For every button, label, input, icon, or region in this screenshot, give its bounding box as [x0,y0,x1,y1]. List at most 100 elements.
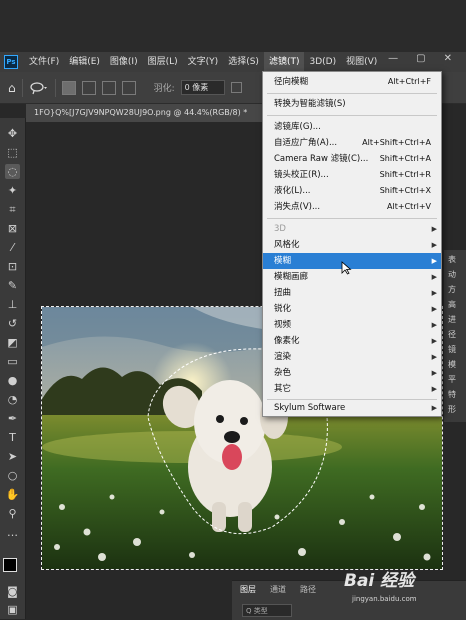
add-selection-icon[interactable] [81,80,96,95]
watermark-url: jingyan.baidu.com [352,595,417,603]
pen-tool-icon[interactable]: ✒ [5,411,20,426]
menu-item-adaptive-wide-angle[interactable]: 自适应广角(A)... Alt+Shift+Ctrl+A [263,135,441,151]
new-selection-icon[interactable] [61,80,76,95]
frame-tool-icon[interactable]: ⊠ [5,221,20,236]
menu-item-convert-smart-filter[interactable]: 转换为智能滤镜(S) [263,96,441,112]
menu-layer[interactable]: 图层(L) [143,52,183,72]
submenu-arrow-icon: ▶ [431,321,437,329]
submenu-arrow-icon: ▶ [431,257,437,265]
menu-item-pixelate[interactable]: 像素化 ▶ [263,333,441,349]
tab-layers[interactable]: 图层 [240,584,256,595]
crop-tool-icon[interactable]: ⌗ [5,202,20,217]
subtract-selection-icon[interactable] [101,80,116,95]
side-label: 模 [448,360,456,369]
magic-wand-tool-icon[interactable]: ✦ [5,183,20,198]
menu-item-3d: 3D ▶ [263,221,441,237]
gradient-tool-icon[interactable]: ▭ [5,354,20,369]
submenu-arrow-icon: ▶ [431,225,437,233]
type-tool-icon[interactable]: T [5,430,20,445]
side-label: 表 [448,255,456,264]
menu-item-render[interactable]: 渲染 ▶ [263,349,441,365]
lasso-icon[interactable] [29,81,49,95]
intersect-selection-icon[interactable] [121,80,136,95]
menu-item-skylum-software[interactable]: Skylum Software ▶ [263,400,441,416]
move-tool-icon[interactable]: ✥ [5,126,20,141]
menu-type[interactable]: 文字(Y) [183,52,224,72]
foreground-color-swatch[interactable] [3,558,17,572]
menu-select[interactable]: 选择(S) [223,52,264,72]
dodge-tool-icon[interactable]: ◔ [5,392,20,407]
menu-item-distort[interactable]: 扭曲 ▶ [263,285,441,301]
menu-item-vanishing-point[interactable]: 消失点(V)... Alt+Ctrl+V [263,199,441,215]
menu-item-liquify[interactable]: 液化(L)... Shift+Ctrl+X [263,183,441,199]
submenu-arrow-icon: ▶ [431,385,437,393]
menu-item-video[interactable]: 视频 ▶ [263,317,441,333]
top-strip [0,0,466,52]
menu-item-lens-correction[interactable]: 镜头校正(R)... Shift+Ctrl+R [263,167,441,183]
hand-tool-icon[interactable]: ✋ [5,487,20,502]
blur-tool-icon[interactable]: ● [5,373,20,388]
menu-separator [267,115,437,116]
home-icon[interactable]: ⌂ [8,81,16,95]
menu-edit[interactable]: 编辑(E) [64,52,105,72]
side-label: 高 [448,300,456,309]
antialias-checkbox[interactable] [230,82,242,93]
side-label: 径 [448,330,456,339]
menu-item-last-filter[interactable]: 径向模糊 Alt+Ctrl+F [263,74,441,90]
close-button[interactable]: ✕ [444,53,452,64]
menu-item-filter-gallery[interactable]: 滤镜库(G)... [263,119,441,135]
brush-tool-icon[interactable]: ✎ [5,278,20,293]
eyedropper-tool-icon[interactable]: ⁄ [5,240,20,255]
screen-mode-icon[interactable]: ▣ [5,602,20,617]
photoshop-logo-icon: Ps [4,55,18,69]
history-brush-tool-icon[interactable]: ↺ [5,316,20,331]
submenu-arrow-icon: ▶ [431,273,437,281]
menu-item-noise[interactable]: 杂色 ▶ [263,365,441,381]
document-tab[interactable]: 1FO}Q%[J7GJV9NPQW28UJ9O.png @ 44.4%(RGB/… [26,104,276,122]
menu-item-stylize[interactable]: 风格化 ▶ [263,237,441,253]
menu-filter[interactable]: 滤镜(T) [263,52,305,72]
submenu-arrow-icon: ▶ [431,241,437,249]
baidu-watermark: Bai 经验 [344,571,415,591]
submenu-arrow-icon: ▶ [431,353,437,361]
divider [21,78,23,97]
menu-view[interactable]: 视图(V) [341,52,382,72]
menu-item-camera-raw[interactable]: Camera Raw 滤镜(C)... Shift+Ctrl+A [263,151,441,167]
menu-item-other[interactable]: 其它 ▶ [263,381,441,397]
tab-channels[interactable]: 通道 [270,584,286,595]
menu-image[interactable]: 图像(I) [105,52,143,72]
clone-stamp-tool-icon[interactable]: ⊥ [5,297,20,312]
lasso-tool-icon[interactable]: ◌ [5,164,20,179]
menu-separator [267,93,437,94]
filter-menu-dropdown: 径向模糊 Alt+Ctrl+F 转换为智能滤镜(S) 滤镜库(G)... 自适应… [262,71,442,417]
side-label: 方 [448,285,456,294]
side-label: 平 [448,375,456,384]
window-controls: — ▢ ✕ [388,53,452,64]
minimize-button[interactable]: — [388,53,398,64]
layer-kind-filter[interactable]: Q 类型 [242,604,292,617]
zoom-tool-icon[interactable]: ⚲ [5,506,20,521]
quick-mask-icon[interactable]: ◙ [5,584,20,599]
side-label: 镜 [448,345,456,354]
more-tools-icon[interactable]: … [5,525,20,540]
side-label: 进 [448,315,456,324]
marquee-tool-icon[interactable]: ⬚ [5,145,20,160]
submenu-arrow-icon: ▶ [431,404,437,412]
healing-brush-tool-icon[interactable]: ⊡ [5,259,20,274]
feather-input[interactable]: 0 像素 [180,80,225,95]
tab-paths[interactable]: 路径 [300,584,316,595]
feather-label: 羽化: [153,84,175,94]
submenu-arrow-icon: ▶ [431,369,437,377]
menu-separator [267,218,437,219]
path-selection-tool-icon[interactable]: ➤ [5,449,20,464]
mouse-cursor-icon [341,261,352,275]
maximize-button[interactable]: ▢ [416,53,425,64]
menu-item-sharpen[interactable]: 锐化 ▶ [263,301,441,317]
menu-file[interactable]: 文件(F) [24,52,64,72]
submenu-arrow-icon: ▶ [431,305,437,313]
shape-tool-icon[interactable]: ○ [5,468,20,483]
eraser-tool-icon[interactable]: ◩ [5,335,20,350]
menu-3d[interactable]: 3D(D) [304,52,341,72]
side-label: 动 [448,270,456,279]
submenu-arrow-icon: ▶ [431,289,437,297]
